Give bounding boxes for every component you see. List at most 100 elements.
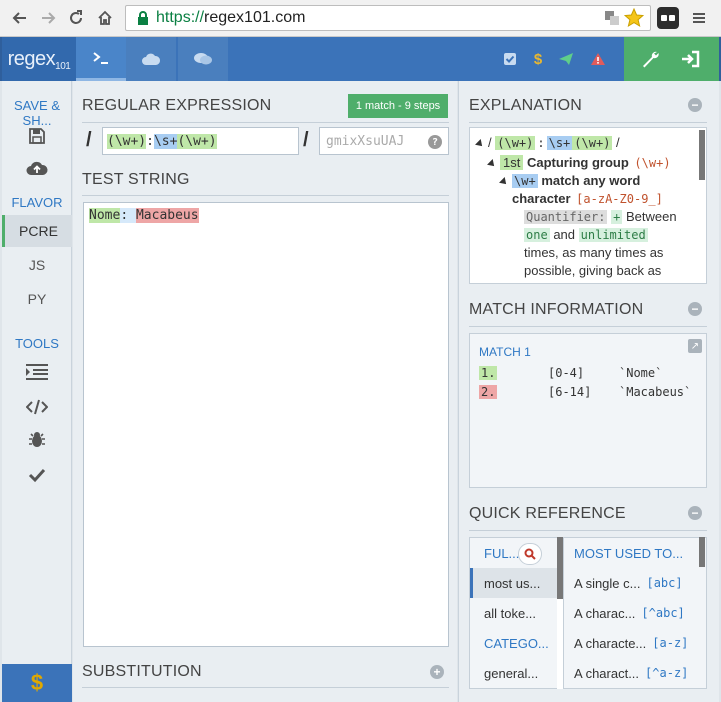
save-button[interactable] (2, 123, 72, 149)
expl-char-text: character (512, 191, 571, 206)
qr-token-code: [abc] (646, 576, 683, 590)
list-tool-button[interactable] (2, 359, 72, 385)
tab-editor[interactable] (76, 37, 126, 81)
collapse-quick-reference-icon[interactable]: − (688, 506, 702, 520)
url-text: https://regex101.com (156, 9, 305, 27)
tools-heading: TOOLS (15, 336, 59, 351)
token-group-1: (\w+) (107, 133, 147, 149)
expl-quant-unlimited: unlimited (578, 228, 648, 242)
unit-tests-button[interactable] (2, 462, 72, 488)
expl-root-g2: (\w+) (572, 136, 613, 150)
regex-close-delimiter: / (303, 129, 309, 151)
terminal-icon (93, 51, 108, 64)
flavor-heading: FLAVOR (11, 195, 63, 210)
forward-button[interactable] (36, 6, 60, 30)
tab-library[interactable] (126, 37, 176, 81)
donate-button[interactable]: $ (2, 664, 72, 702)
dollar-icon[interactable]: $ (528, 49, 548, 69)
qr-token-item[interactable]: A single c... [abc] (564, 568, 706, 598)
substitution-title: SUBSTITUTION (82, 663, 202, 680)
collapse-match-info-icon[interactable]: − (688, 302, 702, 316)
search-button[interactable] (518, 543, 542, 565)
wrench-icon[interactable] (640, 49, 660, 72)
account-area (624, 37, 719, 81)
qr-right-scrollbar[interactable] (699, 537, 705, 567)
quick-reference-title: QUICK REFERENCE (469, 505, 626, 522)
back-button[interactable] (8, 6, 32, 30)
lock-icon (138, 11, 148, 25)
qr-token-item[interactable]: A charac... [^abc] (564, 598, 706, 628)
group-range: [6-14] (548, 385, 592, 399)
expl-quant-rest1: times, as many times as (524, 245, 664, 260)
match-group-2-text: Macabeus (135, 208, 199, 223)
expl-w-token: \w+ (512, 174, 538, 188)
flags-help-icon[interactable]: ? (428, 135, 442, 149)
warning-icon[interactable] (588, 49, 608, 69)
expl-char-code: [a-zA-Z0-9_] (576, 192, 663, 206)
expl-quant-label: Quantifier: (524, 210, 608, 224)
translate-icon[interactable] (604, 10, 620, 29)
expl-root-esc: \s+ (546, 136, 573, 150)
qr-token-item[interactable]: A charact... [^a-z] (564, 658, 706, 688)
extension-icon[interactable] (657, 7, 679, 29)
divider (469, 326, 707, 327)
expl-root-g1: (\w+) (495, 136, 536, 150)
home-button[interactable] (93, 6, 117, 30)
expl-root-close: / (616, 135, 620, 150)
sign-in-icon[interactable] (680, 49, 700, 72)
url-host: regex101.com (204, 9, 306, 26)
qr-categories[interactable]: CATEGO... (470, 628, 558, 658)
expl-char-class: character [a-zA-Z0-9_] (512, 190, 665, 208)
match-steps-badge: 1 match - 9 steps (348, 94, 448, 118)
cloud-icon (142, 53, 161, 65)
bookmark-star-icon[interactable] (623, 7, 645, 31)
test-string-input[interactable]: Nome: Macabeus (83, 202, 449, 647)
upload-cloud-button[interactable] (2, 155, 72, 181)
checkbox-icon[interactable] (500, 49, 520, 69)
expl-quant-range: one and unlimited (524, 226, 648, 244)
address-bar[interactable]: https://regex101.com (125, 5, 651, 31)
match-row-2: 2. [6-14] `Macabeus` (479, 384, 707, 400)
qr-general[interactable]: general... (470, 658, 558, 688)
qr-token-code: [^a-z] (645, 666, 689, 680)
info-panel: EXPLANATION − / (\w+): \s+ (\w+) / 1st Cap… (458, 81, 719, 702)
expl-capture-code: (\w+) (634, 156, 671, 170)
regex-open-delimiter: / (86, 129, 92, 151)
match-label: MATCH 1 (479, 345, 531, 359)
expl-quant-and: and (553, 227, 576, 242)
bug-icon (29, 432, 45, 447)
group-number: 2. (479, 385, 497, 399)
flavor-js[interactable]: JS (2, 249, 72, 281)
menu-icon[interactable] (688, 7, 710, 29)
qr-full-reference[interactable]: FUL... (470, 538, 558, 568)
send-icon[interactable] (556, 49, 576, 69)
collapse-explanation-icon[interactable]: − (688, 98, 702, 112)
qr-all-tokens[interactable]: all toke... (470, 598, 558, 628)
collapse-triangle-icon[interactable] (487, 158, 497, 169)
browser-toolbar: https://regex101.com (0, 0, 721, 37)
expl-quant-between: Between (625, 209, 677, 224)
explanation-scrollbar[interactable] (699, 130, 705, 180)
group-value: `Nome` (619, 366, 663, 380)
collapse-triangle-icon[interactable] (475, 138, 485, 149)
regex-title: REGULAR EXPRESSION (82, 97, 272, 114)
qr-token-item[interactable]: A characte... [a-z] (564, 628, 706, 658)
qr-most-used[interactable]: most us... (470, 568, 558, 598)
logo[interactable]: regex 101 (2, 37, 76, 81)
flavor-pcre[interactable]: PCRE (2, 215, 72, 247)
flavor-py[interactable]: PY (2, 283, 72, 315)
qr-token-label: A characte... (574, 635, 647, 651)
collapse-triangle-icon[interactable] (499, 176, 509, 187)
reload-button[interactable] (64, 6, 88, 30)
expl-quantifier: Quantifier: + Between (524, 208, 677, 226)
code-icon (26, 399, 48, 415)
regex-input[interactable]: (\w+): \s+ (\w+) (102, 127, 299, 155)
search-icon (524, 548, 536, 560)
floppy-disk-icon (29, 128, 45, 144)
external-link-icon[interactable]: ↗ (688, 339, 702, 353)
flags-input[interactable]: gmixXsuUAJ ? (319, 127, 449, 155)
expand-substitution-icon[interactable]: + (430, 665, 444, 679)
code-generator-button[interactable] (2, 394, 72, 420)
tab-chat[interactable] (178, 37, 228, 81)
debugger-button[interactable] (2, 427, 72, 453)
